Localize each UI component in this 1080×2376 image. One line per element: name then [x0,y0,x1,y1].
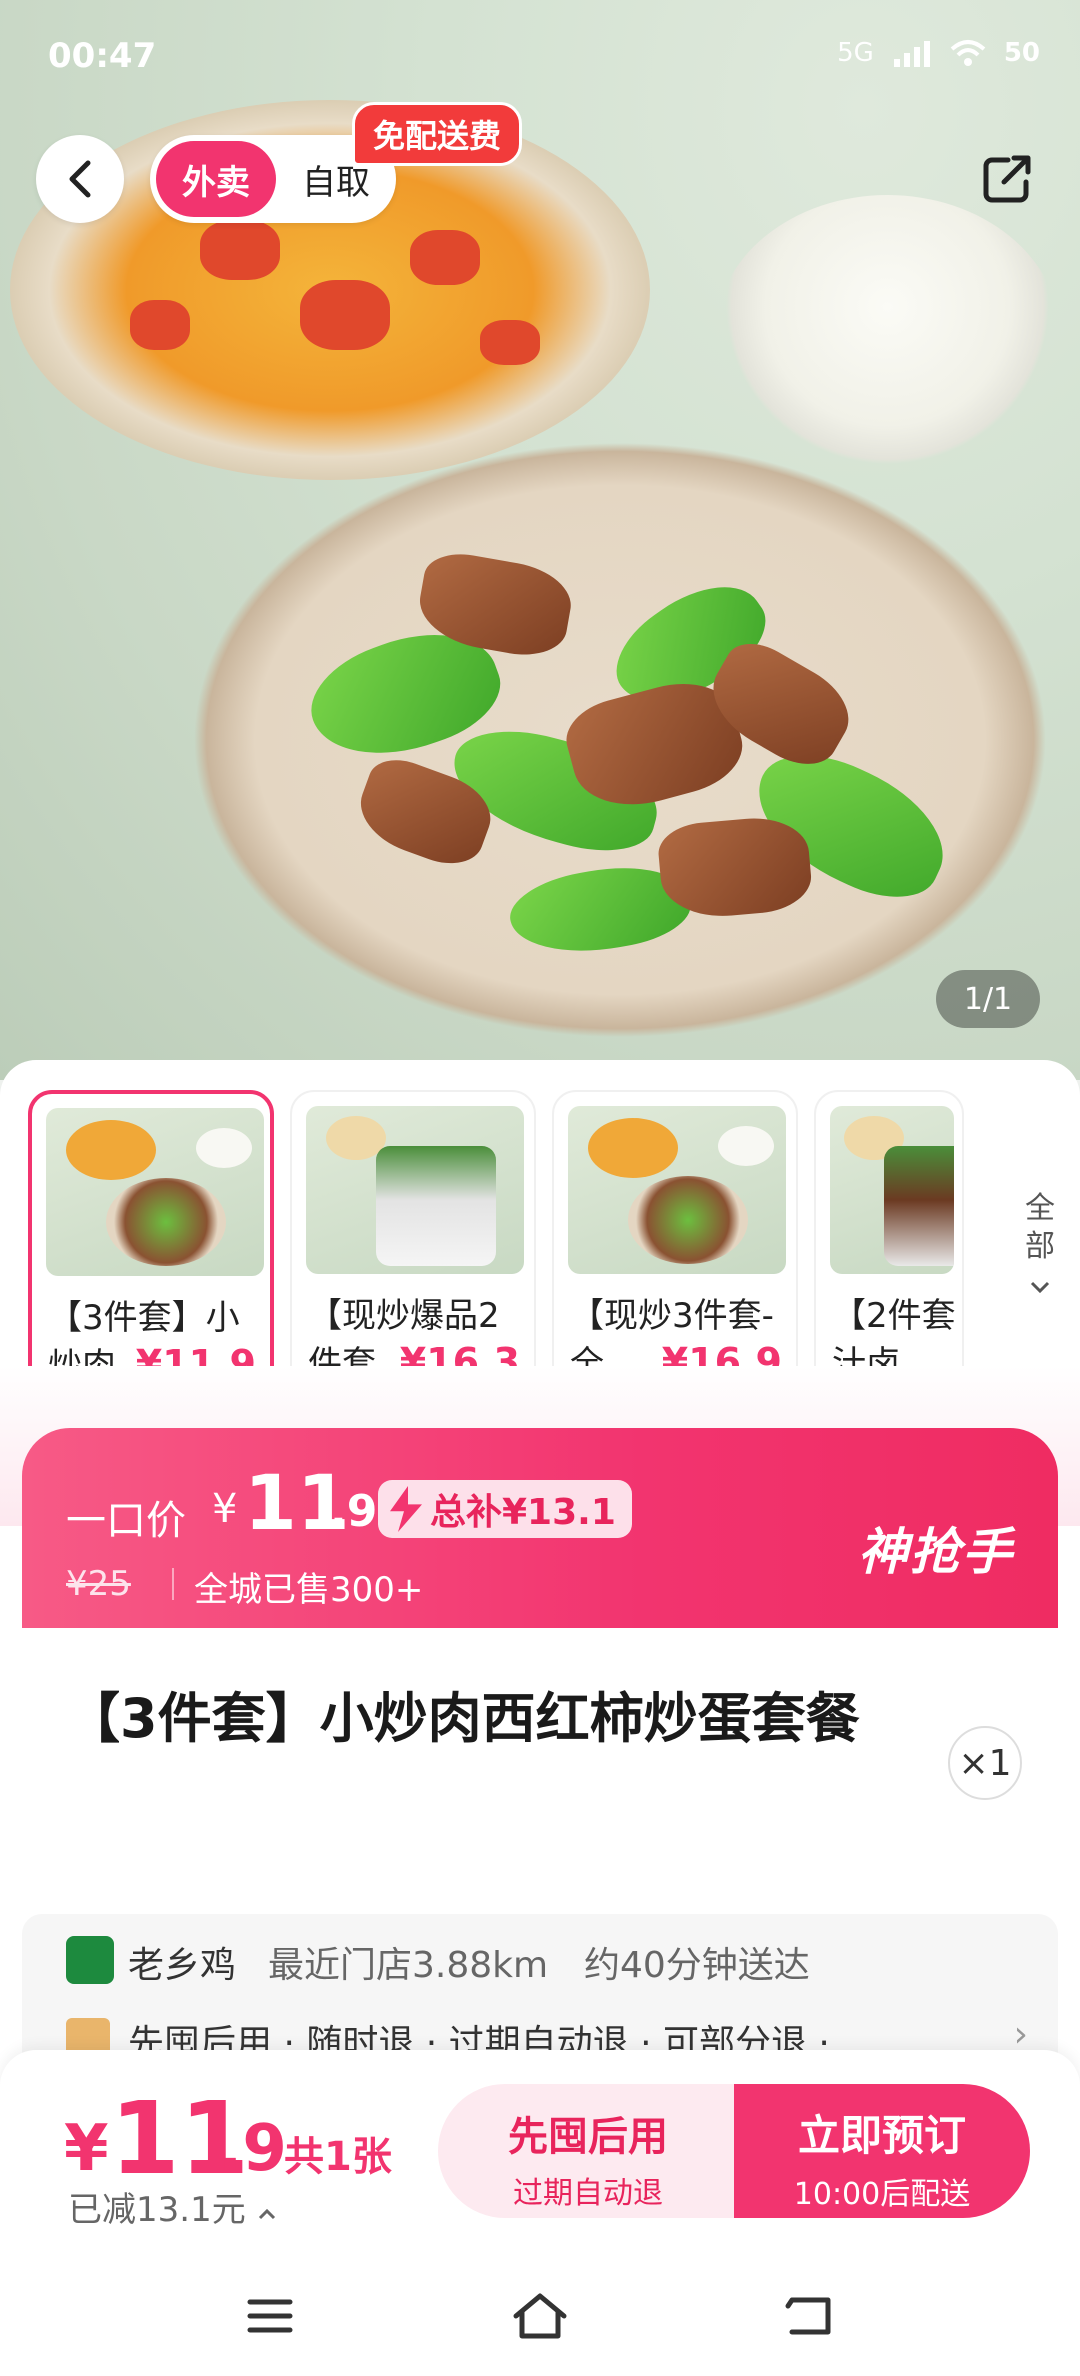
discount-summary[interactable]: 已减13.1元 [68,2182,277,2231]
brand-logo: 神抢手 [858,1523,1014,1581]
chevron-down-icon [1030,1281,1050,1294]
battery-level: 50 [1003,38,1040,68]
delivery-eta: 约40分钟送达 [584,1945,810,1986]
share-icon [983,155,1031,203]
status-icons: 5G 50 [837,38,1040,68]
view-all-link[interactable]: 全部 [1018,1190,1062,1304]
deal-label: 一口价 [66,1498,186,1544]
home-nav-button[interactable] [510,2286,570,2346]
stir-fry-plate [190,440,1050,1040]
variant-image [306,1106,524,1274]
back-nav-icon [785,2297,831,2335]
home-icon [513,2293,567,2339]
reserve-subtitle: 10:00后配送 [793,2177,971,2212]
variant-card[interactable]: 【2件套汁卤肉… [814,1090,964,1400]
buy-later-button[interactable]: 先囤后用 过期自动退 [438,2084,738,2218]
ticket-count: 共1张 [284,2134,392,2180]
subsidy-text: 总补¥13.1 [430,1492,616,1533]
store-distance: 最近门店3.88km [268,1945,549,1986]
deal-currency: ¥ [212,1486,238,1532]
total-price-decimal: .9 [218,2112,287,2186]
chevron-right-icon[interactable]: › [1014,2014,1028,2055]
share-button[interactable] [968,142,1044,218]
reserve-title: 立即预订 [797,2111,966,2160]
deal-price-decimal: .9 [330,1486,378,1537]
divider [172,1568,174,1600]
back-button[interactable] [36,135,124,223]
quantity-badge: ×1 [948,1726,1022,1800]
network-label: 5G [837,38,874,68]
buy-later-title: 先囤后用 [508,2114,668,2160]
view-all-label: 全部 [1025,1191,1055,1264]
reserve-now-button[interactable]: 立即预订 10:00后配送 [734,2084,1030,2218]
store-name: 老乡鸡 [128,1945,237,1986]
product-title-card: 【3件套】小炒肉西红柿炒蛋套餐 ×1 [22,1640,1058,1900]
variant-image [46,1108,264,1276]
variant-card[interactable]: 【现炒爆品2件套… ¥16.3 [290,1090,536,1398]
variant-image [568,1106,786,1274]
original-price: ¥25 [66,1564,131,1604]
variant-image [830,1106,954,1274]
back-nav-button[interactable] [780,2286,840,2346]
free-delivery-badge: 免配送费 [352,102,523,166]
discount-text: 已减13.1元 [68,2190,246,2230]
tab-delivery[interactable]: 外卖 [156,141,276,217]
menu-nav-button[interactable] [240,2286,300,2346]
status-bar: 00:47 5G 50 [0,0,1080,118]
total-currency: ¥ [64,2112,109,2186]
product-title: 【3件套】小炒肉西红柿炒蛋套餐 [66,1687,860,1750]
bolt-icon [390,1486,422,1532]
subsidy-badge: 总补¥13.1 [378,1480,632,1538]
variant-card[interactable]: 【现炒3件套-全… ¥16.9 [552,1090,798,1398]
buy-later-subtitle: 过期自动退 [513,2176,663,2211]
price-banner: 一口价 ¥ 11 .9 总补¥13.1 ¥25 全城已售300+ 神抢手 [22,1428,1058,1628]
wifi-icon [950,40,986,66]
checkout-bar: ¥ 11 .9 共1张 已减13.1元 先囤后用 过期自动退 立即预订 10:0… [0,2050,1080,2256]
chevron-left-icon [69,160,91,198]
status-time: 00:47 [48,36,157,76]
system-nav-bar [0,2256,1080,2376]
variant-card[interactable]: 【3件套】小炒肉… ¥11.9 [28,1090,274,1398]
menu-icon [247,2299,293,2333]
sold-count: 全城已售300+ [194,1570,424,1610]
signal-icon [893,41,930,67]
store-logo-icon [66,1936,114,1984]
rice-bowl [715,195,1060,475]
image-pager: 1/1 [936,970,1040,1028]
variant-thumbnails: 【3件套】小炒肉… ¥11.9 【现炒爆品2件套… ¥16.3 【现炒3件套-全… [28,1090,1028,1400]
chevron-up-icon [258,2208,275,2220]
